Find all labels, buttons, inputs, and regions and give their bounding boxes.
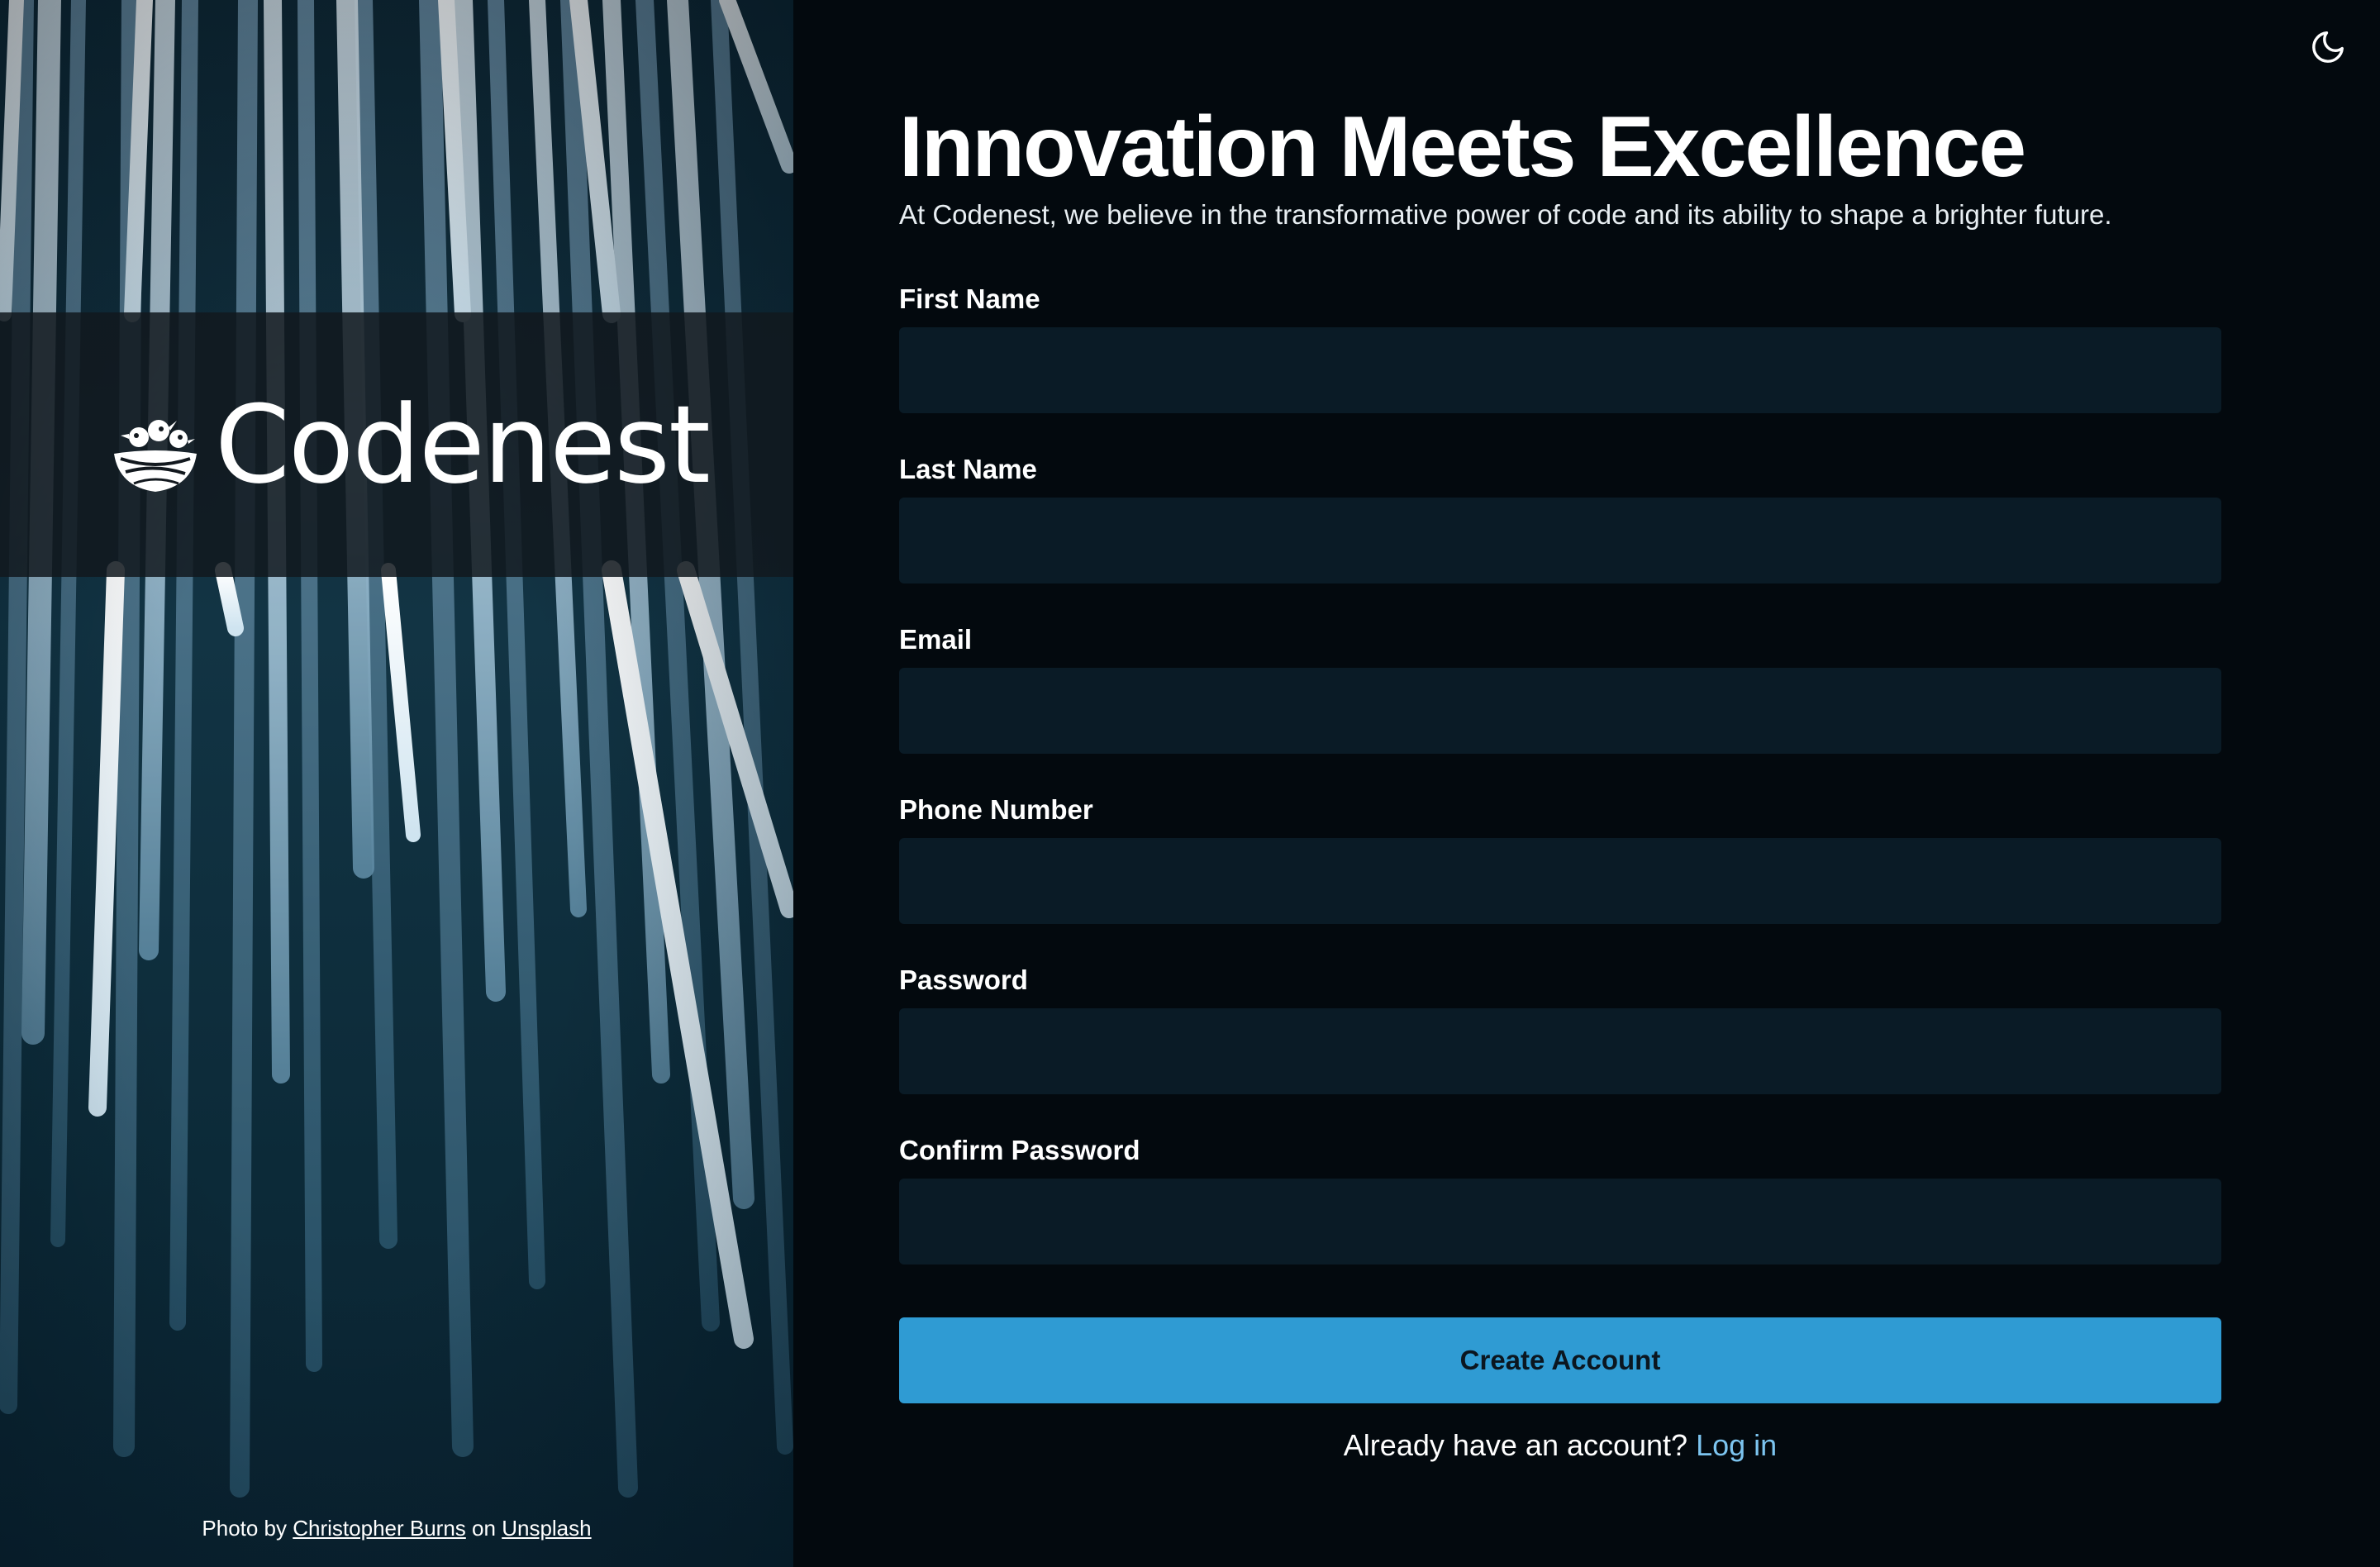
page-subtitle: At Codenest, we believe in the transform…: [899, 199, 2112, 230]
theme-toggle-button[interactable]: [2309, 28, 2347, 66]
email-label: Email: [899, 624, 973, 655]
hero-photo: Codenest Photo by Christopher Burns on U…: [0, 0, 793, 1567]
brand-name: Codenest: [215, 382, 711, 507]
password-group: Password: [899, 964, 2221, 1094]
last-name-field[interactable]: [899, 498, 2221, 583]
phone-number-label: Phone Number: [899, 794, 1093, 825]
credit-site-link[interactable]: Unsplash: [502, 1516, 591, 1541]
create-account-button[interactable]: Create Account: [899, 1317, 2221, 1403]
signup-panel: Innovation Meets Excellence At Codenest,…: [793, 0, 2380, 1567]
signup-content: Innovation Meets Excellence At Codenest,…: [899, 98, 2221, 1462]
nest-logo-icon: [114, 420, 197, 492]
photo-vignette: [0, 0, 793, 1567]
phone-number-field[interactable]: [899, 838, 2221, 924]
password-field[interactable]: [899, 1008, 2221, 1094]
confirm-password-label: Confirm Password: [899, 1135, 1140, 1165]
password-label: Password: [899, 964, 1028, 995]
moon-icon: [2312, 31, 2344, 63]
phone-number-group: Phone Number: [899, 793, 2221, 924]
confirm-password-group: Confirm Password: [899, 1134, 2221, 1265]
email-field[interactable]: [899, 668, 2221, 754]
page-title: Innovation Meets Excellence: [899, 99, 2026, 195]
login-prompt: Already have an account? Log in: [899, 1428, 2221, 1463]
first-name-field[interactable]: [899, 327, 2221, 413]
brand-logo: Codenest: [109, 382, 711, 507]
last-name-group: Last Name: [899, 453, 2221, 583]
last-name-label: Last Name: [899, 454, 1037, 484]
credit-middle: on: [472, 1516, 496, 1541]
credit-author-link[interactable]: Christopher Burns: [293, 1516, 466, 1541]
logo-banner: Codenest: [0, 312, 793, 577]
photo-credit: Photo by Christopher Burns on Unsplash: [0, 1516, 793, 1541]
first-name-label: First Name: [899, 283, 1040, 314]
signup-page: Codenest Photo by Christopher Burns on U…: [0, 0, 2380, 1567]
email-group: Email: [899, 623, 2221, 754]
first-name-group: First Name: [899, 283, 2221, 413]
confirm-password-field[interactable]: [899, 1179, 2221, 1265]
login-link[interactable]: Log in: [1696, 1428, 1777, 1462]
credit-prefix: Photo by: [202, 1516, 288, 1541]
login-prompt-text: Already have an account?: [1343, 1428, 1688, 1462]
